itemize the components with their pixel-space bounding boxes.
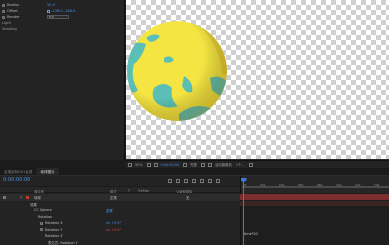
reset-exposure-icon[interactable]	[248, 162, 253, 167]
section-shading[interactable]: Shading	[2, 27, 17, 31]
stopwatch-icon[interactable]	[2, 15, 5, 19]
channel-icon[interactable]	[183, 162, 188, 167]
layer-duration-bar[interactable]	[240, 194, 389, 200]
camera-snapshot-icon[interactable]	[153, 162, 158, 167]
crosshair-icon[interactable]	[47, 9, 50, 13]
property-label: Radius	[7, 3, 20, 7]
timeline-controls: 0:00:00:00	[0, 176, 240, 186]
visibility-icon[interactable]	[3, 195, 6, 199]
layer-name[interactable]: 地球	[34, 195, 41, 200]
region-of-interest-icon[interactable]	[128, 162, 132, 167]
layer-duration-bar	[240, 200, 389, 206]
graph-editor-icon[interactable]	[200, 179, 204, 183]
property-value[interactable]: -138.0,-168.0	[51, 9, 75, 13]
tab-composition[interactable]: 合成目标001合成	[0, 168, 36, 176]
column-t[interactable]: T	[128, 189, 130, 193]
layer-number: 1	[20, 195, 23, 199]
reset-link[interactable]: 重置	[106, 208, 113, 213]
timecode-display[interactable]: 0:00:00:00	[161, 163, 180, 167]
property-name[interactable]: Rotation Y	[45, 228, 62, 232]
property-value[interactable]: 0x +0.0°	[106, 221, 121, 225]
property-value[interactable]: 0x +0.0°	[106, 228, 121, 232]
time-ruler[interactable]: 0f 02s 04s 06s 08s 10s 12s 14s	[240, 176, 389, 193]
expression-field[interactable]: time*20	[244, 232, 258, 236]
stopwatch-icon[interactable]	[2, 3, 5, 7]
layer-parent[interactable]: 无	[186, 195, 189, 200]
camera-select[interactable]: 活动摄像机	[215, 162, 232, 167]
expression-name[interactable]: 表达式: Rotation Y	[48, 240, 78, 245]
fast-preview-icon[interactable]	[200, 162, 205, 167]
property-value[interactable]: 50.0	[47, 3, 55, 7]
layer-mode[interactable]: 正常	[110, 195, 117, 200]
stopwatch-icon[interactable]	[2, 9, 5, 13]
timeline-tabs: 合成目标001合成 地球图片	[0, 167, 389, 176]
current-time[interactable]: 0:00:00:00	[3, 177, 30, 183]
toggle-switches-icon[interactable]	[208, 179, 212, 183]
effect-controls-panel: Radius 50.0 Offset -138.0,-168.0 Render …	[0, 0, 125, 160]
property-name[interactable]: Rotation Z	[45, 234, 63, 238]
property-label: Render	[7, 15, 20, 19]
effect-name[interactable]: CC Sphere	[34, 208, 52, 212]
shy-icon[interactable]	[176, 179, 180, 183]
zoom-select[interactable]: 50%	[135, 163, 143, 167]
globe-image[interactable]	[124, 18, 230, 124]
draft-3d-icon[interactable]	[168, 179, 172, 183]
render-select[interactable]: Full	[47, 15, 69, 19]
transparency-grid-icon[interactable]	[207, 162, 212, 167]
work-area-bar[interactable]	[242, 186, 389, 188]
timeline-column-header: 源名称 模式 T TrkMat 父级和链接	[0, 186, 240, 194]
stopwatch-icon[interactable]	[40, 221, 43, 225]
column-trkmat[interactable]: TrkMat	[138, 189, 149, 193]
frame-blend-icon[interactable]	[184, 179, 188, 183]
grid-icon[interactable]	[146, 162, 151, 167]
comp-flowchart-icon[interactable]	[216, 179, 220, 183]
property-group-name[interactable]: Rotation	[38, 215, 52, 219]
views-select[interactable]: 1个...	[236, 162, 245, 167]
layer-list: 1 地球 正常 无 效果 CC Sphere 重置 Rotation Rotat…	[0, 193, 240, 245]
motion-blur-icon[interactable]	[192, 179, 196, 183]
resolution-select[interactable]: 完整	[190, 162, 197, 167]
expression-row[interactable]: 表达式: Rotation Y	[0, 239, 240, 245]
property-render[interactable]: Render Full	[2, 14, 69, 20]
property-name[interactable]: Rotation X	[45, 221, 63, 225]
label-color-icon[interactable]	[26, 195, 29, 199]
viewer-toolbar: 50% 0:00:00:00 完整 活动摄像机 1个...	[126, 160, 389, 168]
group-name[interactable]: 效果	[30, 202, 37, 207]
stopwatch-icon[interactable]	[40, 228, 43, 231]
tab-earth[interactable]: 地球图片	[36, 167, 59, 176]
section-light[interactable]: Light	[2, 21, 11, 25]
property-label: Offset	[7, 9, 18, 13]
